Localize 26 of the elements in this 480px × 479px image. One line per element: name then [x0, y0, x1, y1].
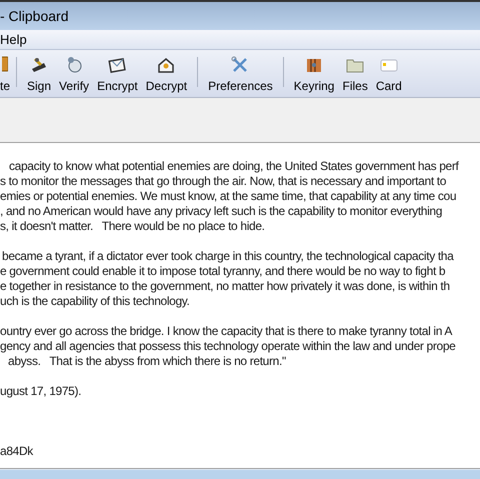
window-title: - Clipboard	[0, 6, 68, 26]
toolbar-button[interactable]: Preferences	[204, 55, 277, 93]
toolbar-button[interactable]: Files	[338, 55, 372, 93]
text-editor[interactable]	[0, 142, 480, 469]
toolbar-button[interactable]: Card	[372, 55, 406, 93]
text-line: capacity to know what potential enemies are doing, the United States government has perf	[9, 159, 458, 174]
text-line: , and no American would have any privacy left such is the capability to monitor everything	[0, 204, 442, 219]
text-line: ountry ever go across the bridge. I know the capacity that is there to make tyranny total in A	[0, 324, 452, 339]
toolbar-button[interactable]: Encrypt	[93, 55, 142, 93]
text-line: gency and all agencies that possess this technology operate within the law and under prope	[0, 339, 456, 354]
text-line: ugust 17, 1975).	[0, 384, 82, 399]
text-line: s, it doesn't matter. There would be no place to hide.	[0, 219, 265, 234]
text-line: became a tyrant, if a dictator ever took charge in this country, the technological capacity tha	[2, 249, 454, 264]
toolbar-button[interactable]: Keyring	[290, 55, 338, 93]
toolbar-button[interactable]: Sign	[23, 55, 56, 93]
toolbar-button[interactable]: Verify	[55, 55, 94, 93]
text-line: abyss. That is the abyss from which there is no return."	[8, 354, 286, 369]
text-line: e together in resistance to the government, no matter how privately it was done, is within th	[0, 279, 450, 294]
text-line: e government could enable it to impose total tyranny, and there would be no way to fight b	[0, 264, 446, 279]
toolbar-button[interactable]: te	[0, 55, 10, 93]
text-line: emies or potential enemies. We must know, at the same time, that capability at any time cou	[0, 189, 456, 204]
menu-item[interactable]: Help	[0, 30, 27, 50]
text-line: uch is the capability of this technology.	[0, 294, 190, 309]
text-line: s to monitor the messages that go through the air. Now, that is necessary and important to	[0, 174, 446, 189]
text-line: a84Dk	[0, 444, 33, 459]
toolbar-button[interactable]: Decrypt	[142, 55, 192, 93]
